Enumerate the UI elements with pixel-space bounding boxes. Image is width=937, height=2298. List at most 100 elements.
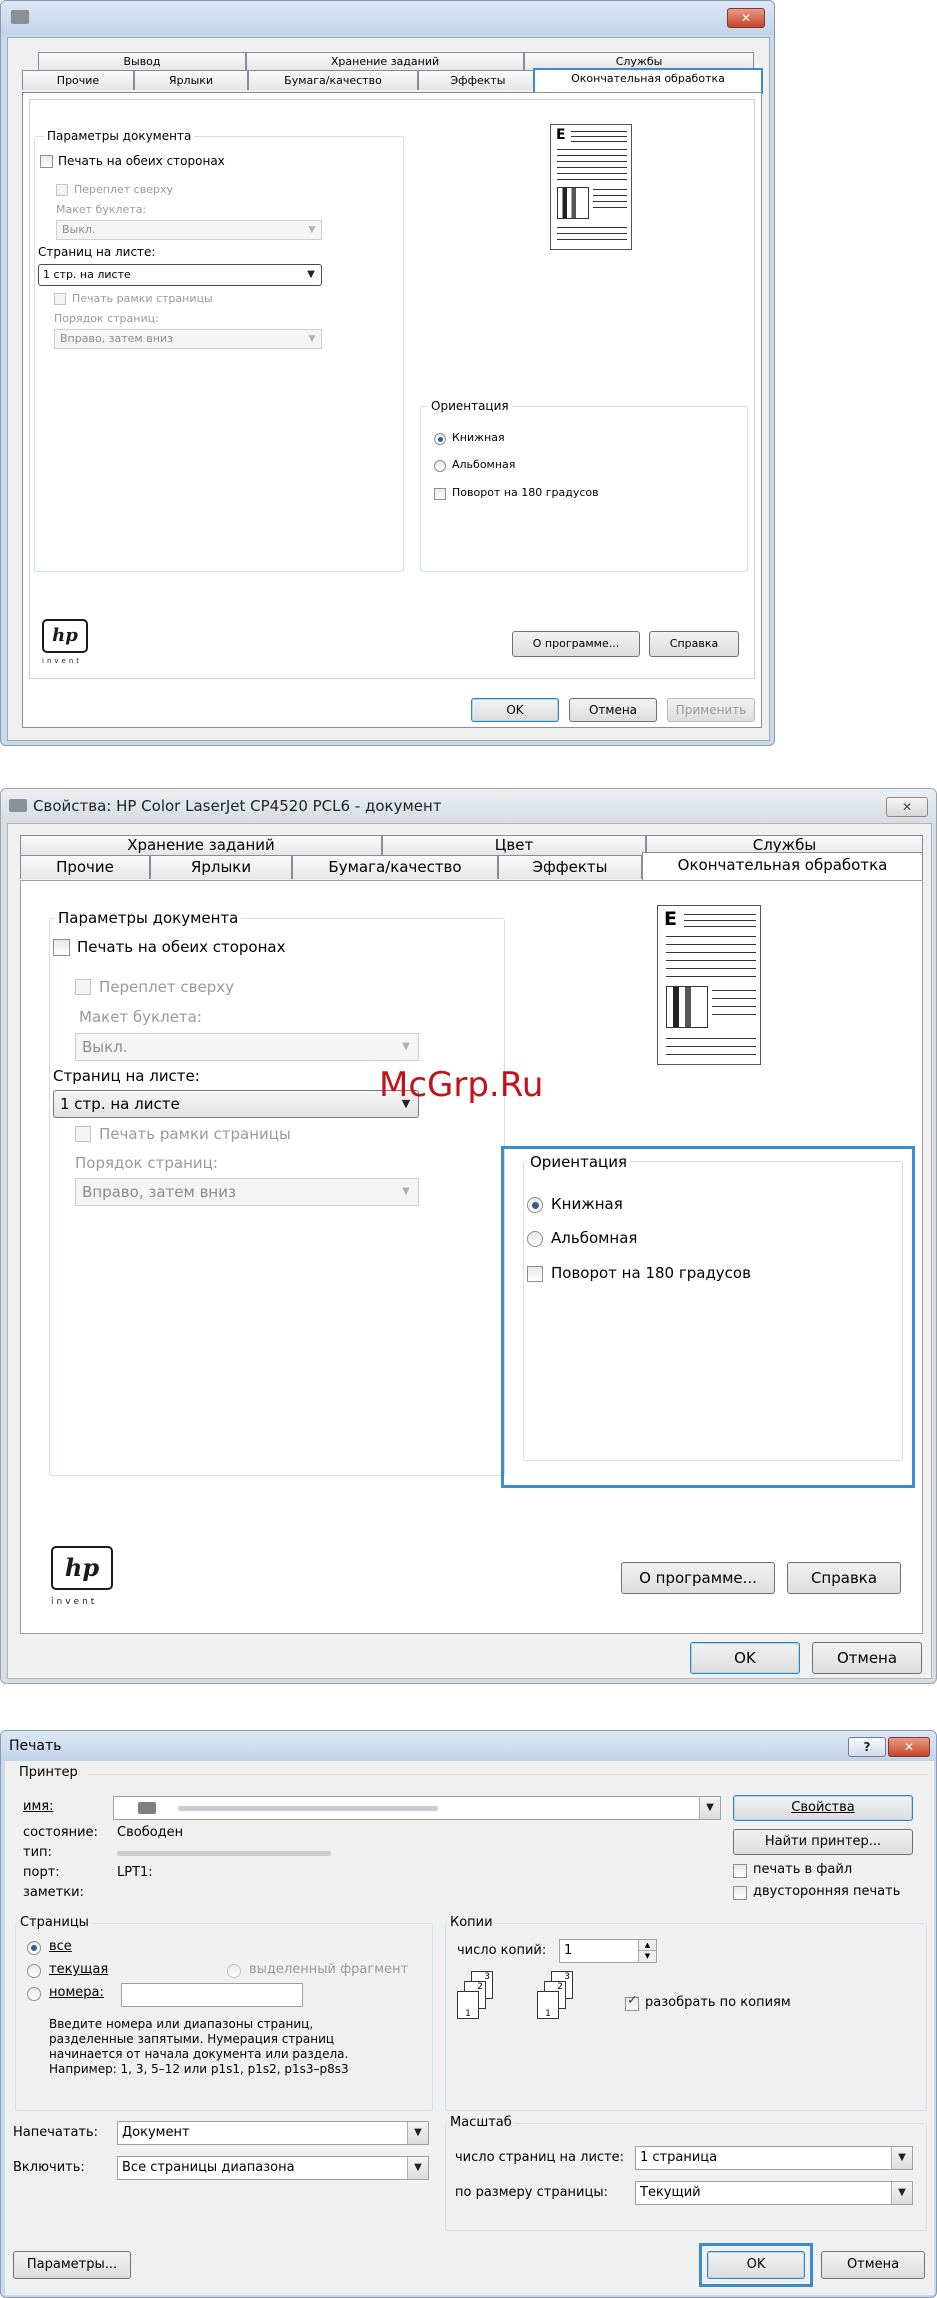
zoom-pps-select[interactable]: 1 страница ▼ — [635, 2146, 913, 2170]
pages-hint-line4: Например: 1, 3, 5–12 или p1s1, p1s2, p1s… — [49, 2062, 349, 2076]
tab-effects[interactable]: Эффекты — [418, 70, 538, 90]
copies-count-input[interactable]: 1 ▲ ▼ — [559, 1939, 657, 1963]
duplex-label: Печать на обеих сторонах — [58, 154, 225, 168]
tab-finishing[interactable]: Окончательная обработка — [533, 68, 763, 94]
tab-shortcuts[interactable]: Ярлыки — [150, 855, 292, 879]
duplex-checkbox[interactable] — [40, 155, 53, 168]
portrait-radio[interactable] — [434, 433, 446, 445]
zoom-scale-select[interactable]: Текущий ▼ — [635, 2181, 913, 2205]
rotate-180-checkbox[interactable] — [434, 488, 446, 500]
find-printer-button[interactable]: Найти принтер... — [733, 1829, 913, 1855]
about-button[interactable]: О программе... — [512, 631, 640, 657]
tab-other[interactable]: Прочие — [20, 855, 150, 879]
chevron-down-icon: ▼ — [308, 225, 316, 235]
booklet-label: Макет буклета: — [56, 203, 147, 216]
checkmark-icon: ✓ — [627, 1993, 638, 2008]
printer-name-label: имя: — [23, 1799, 54, 1814]
printer-icon — [9, 799, 27, 812]
pages-numbers-input[interactable] — [121, 1983, 303, 2007]
tab-paper-quality[interactable]: Бумага/качество — [248, 70, 418, 90]
port-label: порт: — [23, 1865, 60, 1880]
preview-letter: E — [664, 908, 677, 930]
duplex-label: Печать на обеих сторонах — [77, 938, 286, 956]
page-order-label: Порядок страниц: — [75, 1154, 218, 1172]
tab-color[interactable]: Цвет — [382, 835, 646, 855]
port-value: LPT1: — [117, 1865, 153, 1880]
help-button[interactable]: Справка — [649, 631, 739, 657]
help-button[interactable]: ? — [848, 1737, 886, 1757]
content-area: Параметры документа Печать на обеих стор… — [29, 99, 755, 679]
cancel-button[interactable]: Отмена — [821, 2251, 925, 2279]
tab-shortcuts[interactable]: Ярлыки — [134, 70, 248, 90]
print-what-label: Напечатать: — [13, 2125, 99, 2140]
printer-type-redacted — [117, 1851, 331, 1856]
cancel-button[interactable]: Отмена — [569, 698, 657, 722]
hp-invent-text: invent — [51, 1597, 98, 1607]
close-button[interactable]: ✕ — [888, 1737, 930, 1757]
copies-count-label: число копий: — [457, 1943, 547, 1958]
spin-up-icon[interactable]: ▲ — [638, 1940, 656, 1951]
print-what-select[interactable]: Документ ▼ — [117, 2121, 429, 2145]
status-label: состояние: — [23, 1825, 98, 1840]
pages-current-radio[interactable] — [27, 1964, 41, 1978]
chevron-down-icon: ▼ — [308, 334, 316, 344]
notes-label: заметки: — [23, 1885, 84, 1900]
tab-job-storage[interactable]: Хранение заданий — [20, 835, 382, 855]
printer-name-redacted — [178, 1806, 438, 1811]
properties-button[interactable]: Свойства — [733, 1795, 913, 1821]
rotate-180-label: Поворот на 180 градусов — [452, 486, 599, 499]
tab-job-storage[interactable]: Хранение заданий — [246, 52, 524, 70]
printer-select[interactable]: ▼ — [113, 1796, 721, 1820]
chevron-down-icon: ▼ — [307, 269, 315, 280]
help-button[interactable]: Справка — [787, 1562, 901, 1594]
booklet-select: Выкл. ▼ — [75, 1033, 419, 1061]
watermark: McGrp.Ru — [379, 1065, 544, 1105]
pages-per-sheet-select[interactable]: 1 стр. на листе ▼ — [38, 264, 322, 286]
title-bar: Свойства: HP Color LaserJet CP4520 PCL6 … — [1, 789, 936, 821]
cancel-button[interactable]: Отмена — [812, 1642, 922, 1674]
close-button[interactable]: ✕ — [886, 797, 928, 817]
landscape-radio[interactable] — [434, 460, 446, 472]
printer-group-title: Принтер — [19, 1765, 78, 1780]
ok-button[interactable]: OK — [690, 1642, 800, 1674]
tab-paper-quality[interactable]: Бумага/качество — [292, 855, 498, 879]
include-select[interactable]: Все страницы диапазона ▼ — [117, 2156, 429, 2180]
zoom-pps-value: 1 страница — [640, 2150, 718, 2165]
booklet-value: Выкл. — [62, 223, 96, 236]
pages-per-sheet-label: Страниц на листе: — [38, 245, 156, 259]
tab-other[interactable]: Прочие — [22, 70, 134, 90]
hp-logo: hp — [42, 619, 88, 653]
orientation-highlight — [501, 1146, 915, 1488]
pages-per-sheet-select[interactable]: 1 стр. на листе ▼ — [53, 1090, 419, 1118]
page-preview: E — [550, 124, 632, 250]
options-button[interactable]: Параметры... — [13, 2251, 131, 2279]
tab-finishing[interactable]: Окончательная обработка — [642, 852, 923, 882]
about-button[interactable]: О программе... — [621, 1562, 775, 1594]
page-order-label: Порядок страниц: — [54, 312, 159, 325]
dialog-body: Вывод Хранение заданий Службы Прочие Ярл… — [7, 37, 770, 741]
type-label: тип: — [23, 1845, 52, 1860]
tab-panel: Параметры документа Печать на обеих стор… — [20, 880, 923, 1634]
pages-all-radio[interactable] — [27, 1941, 41, 1955]
pages-numbers-label: номера: — [49, 1985, 104, 2000]
tab-effects[interactable]: Эффекты — [498, 855, 642, 879]
ok-button[interactable]: OK — [471, 698, 559, 722]
pages-per-sheet-label: Страниц на листе: — [53, 1067, 200, 1085]
booklet-select: Выкл. ▼ — [56, 220, 322, 240]
copies-group-title: Копии — [447, 1915, 496, 1930]
pages-per-sheet-value: 1 стр. на листе — [60, 1095, 180, 1113]
duplex-checkbox[interactable] — [733, 1886, 747, 1900]
chevron-down-icon: ▼ — [407, 2157, 428, 2179]
print-borders-label: Печать рамки страницы — [72, 292, 213, 305]
orientation-title: Ориентация — [428, 399, 512, 413]
close-button[interactable]: ✕ — [727, 8, 765, 28]
print-to-file-checkbox[interactable] — [733, 1864, 747, 1878]
pages-numbers-radio[interactable] — [27, 1987, 41, 2001]
duplex-checkbox[interactable] — [53, 939, 70, 956]
spin-down-icon[interactable]: ▼ — [638, 1951, 656, 1962]
copies-count-value: 1 — [564, 1943, 573, 1958]
window-title: Печать — [9, 1738, 62, 1754]
window-title: Свойства: HP Color LaserJet CP4520 PCL6 … — [33, 797, 442, 815]
page-order-value: Вправо, затем вниз — [60, 332, 173, 345]
tab-output[interactable]: Вывод — [38, 52, 246, 70]
